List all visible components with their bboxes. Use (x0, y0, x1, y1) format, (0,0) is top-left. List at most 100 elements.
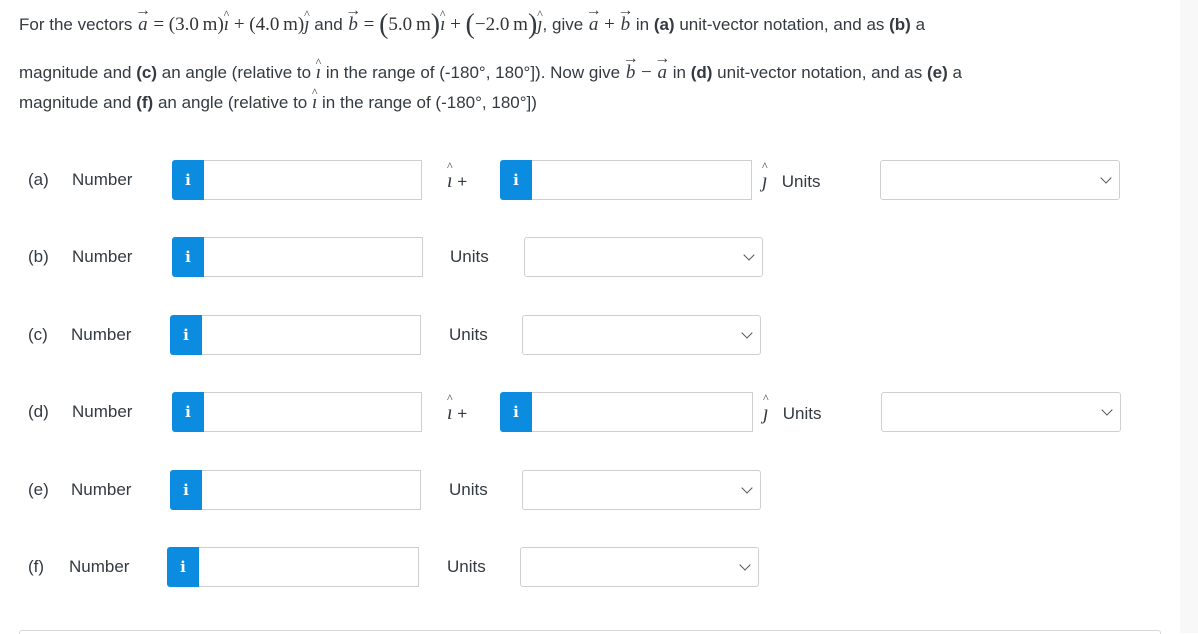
line3-head: magnitude and (19, 93, 132, 112)
i-hat: ı (440, 10, 445, 40)
vector-a: a (588, 10, 600, 40)
j-hat: ȷ (763, 402, 769, 425)
chevron-down-icon (739, 559, 751, 571)
answer-row-e: (e) Number i Units (0, 470, 1180, 510)
j-hat: ȷ (537, 10, 542, 40)
equals-sign: = (363, 14, 375, 35)
angle-text: an angle (relative to (157, 93, 308, 112)
number-input-j[interactable] (532, 392, 753, 432)
question-line-1: For the vectors a = (3.0 m)ı + (4.0 m)ȷ … (19, 10, 1169, 44)
number-label: Number (71, 325, 132, 344)
line1-tail: unit-vector notation, and as (679, 15, 885, 34)
part-d-tag: (d) (690, 63, 713, 82)
a-i-coefficient: (3.0 m) (168, 14, 224, 35)
chevron-down-icon (743, 249, 755, 261)
i-hat: ı (447, 402, 453, 425)
vector-a: a (657, 58, 669, 88)
number-label: Number (69, 557, 130, 576)
j-hat-units-label: ȷ Units (762, 170, 820, 193)
part-label: (c) (28, 325, 48, 344)
info-icon[interactable]: i (172, 160, 204, 200)
plus-sign: + (457, 404, 468, 423)
info-icon[interactable]: i (170, 315, 202, 355)
line2-tail-end: a (952, 63, 962, 82)
info-icon[interactable]: i (170, 470, 202, 510)
in-text: in (635, 15, 650, 34)
paren-open: ( (465, 9, 475, 40)
and-text: and (314, 15, 343, 34)
i-hat: ı (447, 170, 453, 193)
minus-sign: − (641, 62, 652, 83)
i-hat: ı (224, 10, 229, 40)
part-label: (f) (28, 557, 45, 576)
info-icon[interactable]: i (172, 237, 204, 277)
answer-row-d: (d) Number i ı + i ȷ Units (0, 392, 1180, 432)
units-label: Units (447, 557, 486, 576)
number-input[interactable] (202, 470, 421, 510)
units-label: Units (782, 404, 822, 423)
part-label: (e) (28, 480, 49, 499)
next-panel-border (19, 630, 1161, 634)
info-icon[interactable]: i (500, 160, 532, 200)
answer-row-a: (a) Number i ı + i ȷ Units (0, 160, 1180, 200)
equals-sign: = (153, 14, 165, 35)
j-hat: ȷ (304, 10, 309, 40)
j-hat: ȷ (762, 170, 768, 193)
answer-row-b: (b) Number i Units (0, 237, 1180, 277)
intro-text: For the vectors (19, 15, 133, 34)
part-a-tag: (a) (653, 15, 675, 34)
i-hat-plus-label: ı + (447, 402, 467, 425)
units-label: Units (449, 325, 488, 344)
i-hat: ı (312, 88, 317, 118)
vector-b: b (347, 10, 359, 40)
units-label: Units (449, 480, 488, 499)
j-hat-units-label: ȷ Units (763, 402, 821, 425)
number-input-j[interactable] (532, 160, 752, 200)
vector-b: b (625, 58, 637, 88)
vector-b: b (620, 10, 632, 40)
a-j-coefficient: (4.0 m) (249, 14, 305, 35)
range-text-end: in the range of (-180°, 180°]) (322, 93, 537, 112)
units-select[interactable] (520, 547, 759, 587)
units-select[interactable] (880, 160, 1120, 200)
units-select[interactable] (524, 237, 763, 277)
info-icon[interactable]: i (500, 392, 532, 432)
number-input[interactable] (199, 547, 419, 587)
units-select[interactable] (881, 392, 1121, 432)
part-label: (a) (28, 170, 49, 189)
plus-sign: + (233, 14, 245, 35)
paren-close: ) (527, 9, 538, 40)
angle-text: an angle (relative to (161, 63, 312, 82)
plus-sign: + (450, 14, 461, 35)
paren-close: ) (430, 9, 441, 40)
in-text: in (672, 63, 686, 82)
units-label: Units (450, 247, 489, 266)
number-label: Number (72, 402, 133, 421)
number-input-i[interactable] (204, 160, 422, 200)
number-input[interactable] (202, 315, 421, 355)
number-label: Number (71, 480, 132, 499)
give-text: , give (542, 15, 584, 34)
number-input[interactable] (204, 237, 423, 277)
part-label: (d) (28, 402, 49, 421)
units-select[interactable] (522, 315, 761, 355)
number-label: Number (72, 247, 133, 266)
part-label: (b) (28, 247, 49, 266)
part-e-tag: (e) (926, 63, 948, 82)
number-label: Number (72, 170, 133, 189)
part-f-tag: (f) (136, 93, 154, 112)
question-line-2: magnitude and (c) an angle (relative to … (19, 58, 1169, 88)
chevron-down-icon (1101, 404, 1113, 416)
line1-tail-end: a (915, 15, 926, 34)
b-j-coefficient: −2.0 m (474, 14, 528, 35)
paren-open: ( (379, 9, 389, 40)
info-icon[interactable]: i (167, 547, 199, 587)
line2-head: magnitude and (19, 63, 132, 82)
units-select[interactable] (522, 470, 761, 510)
info-icon[interactable]: i (172, 392, 204, 432)
vector-a: a (137, 10, 149, 40)
number-input-i[interactable] (204, 392, 422, 432)
chevron-down-icon (741, 482, 753, 494)
question-text: For the vectors a = (3.0 m)ı + (4.0 m)ȷ … (19, 10, 1169, 118)
answer-row-c: (c) Number i Units (0, 315, 1180, 355)
